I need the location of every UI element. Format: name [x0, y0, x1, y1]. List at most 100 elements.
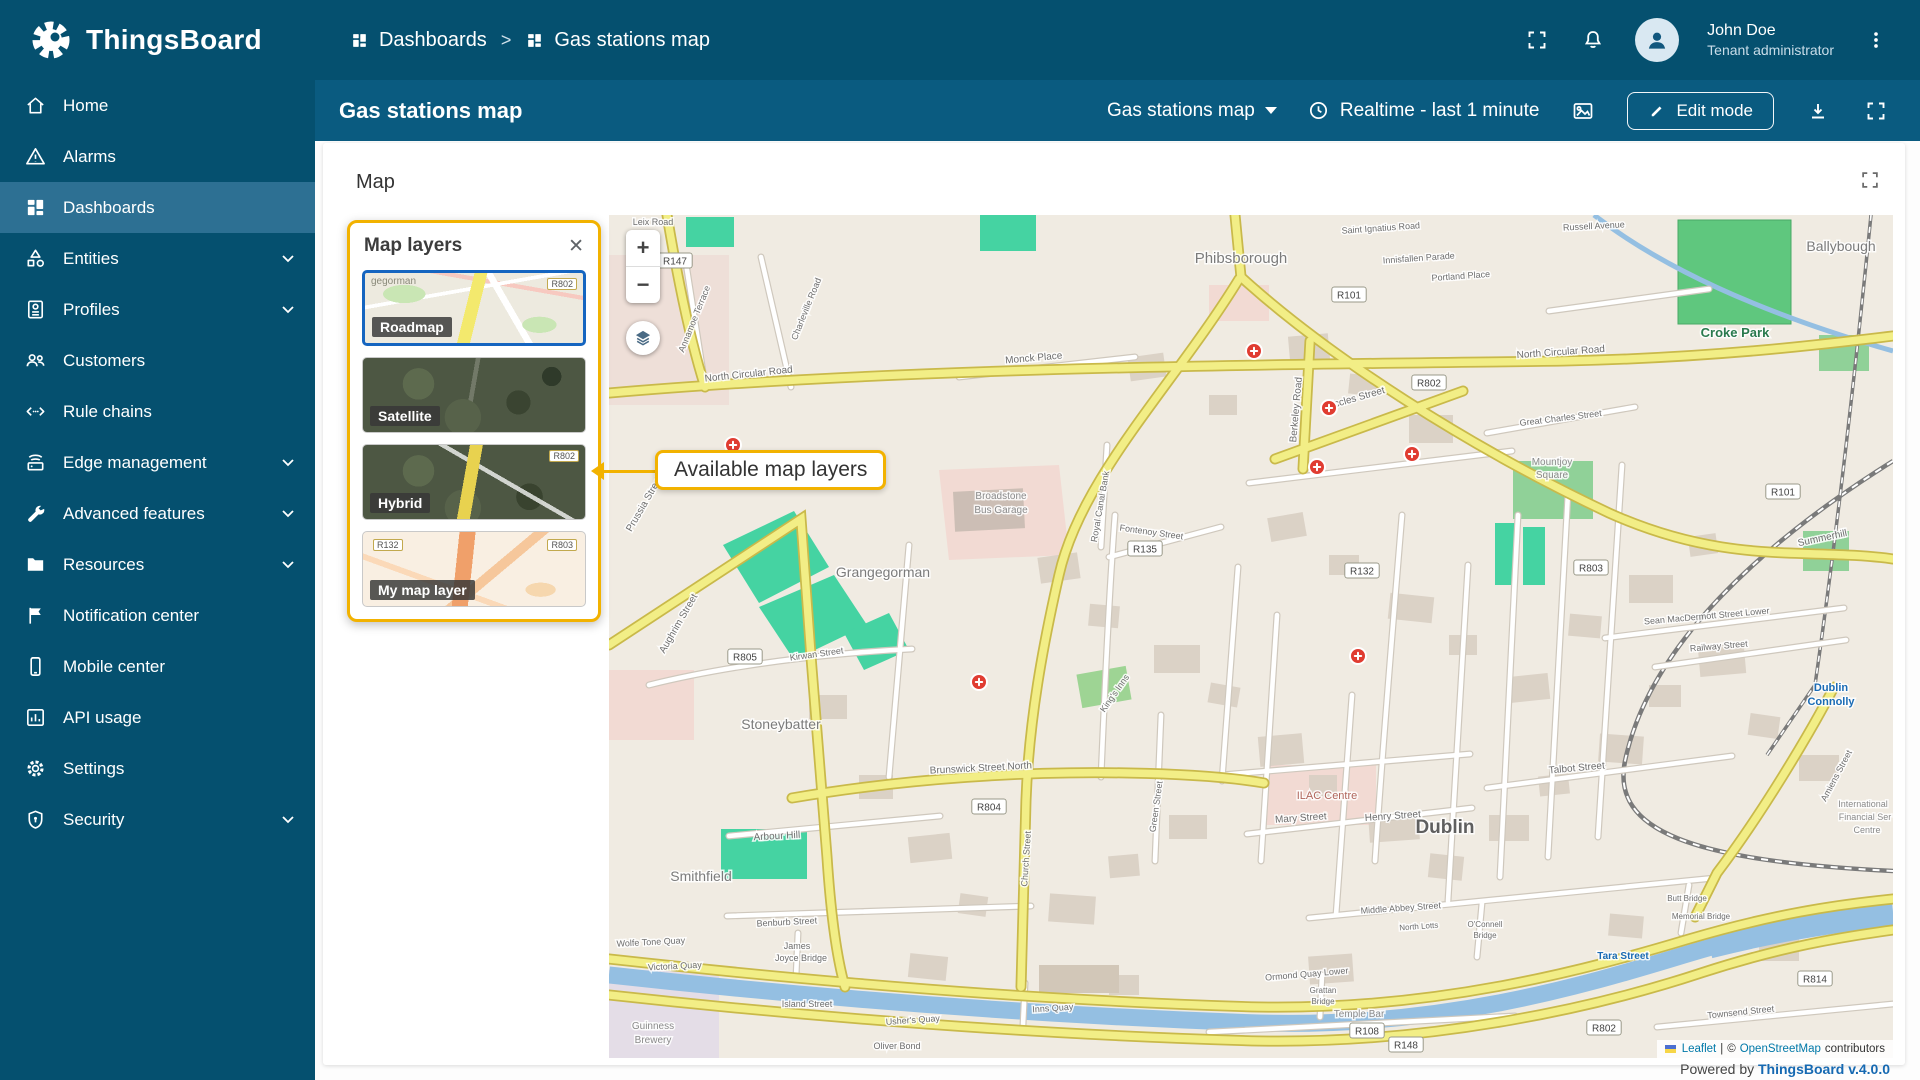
close-icon[interactable]: ✕: [568, 237, 584, 256]
thingsboard-logo-icon: [32, 21, 70, 59]
chart-icon: [27, 709, 44, 726]
sidebar-item-settings[interactable]: Settings: [0, 743, 315, 794]
map-label: Guinness: [632, 1021, 674, 1032]
thingsboard-version-link[interactable]: ThingsBoard v.4.0.0: [1758, 1061, 1890, 1077]
layer-option-roadmap[interactable]: gegorman R802 Roadmap: [362, 270, 586, 346]
attribution-divider: |: [1720, 1043, 1724, 1055]
road-shield: R147: [657, 252, 693, 269]
sidebar-item-rule-chains[interactable]: Rule chains: [0, 386, 315, 437]
dashboard-state-select[interactable]: Gas stations map: [1107, 100, 1277, 122]
gas-station-marker[interactable]: [1308, 458, 1326, 476]
gear-icon: [27, 760, 44, 777]
smartphone-icon: [30, 657, 41, 676]
sidebar-item-resources[interactable]: Resources: [0, 539, 315, 590]
home-icon: [27, 97, 44, 114]
map-label: Grattan: [1310, 986, 1337, 995]
tooltip-arrow: [591, 462, 604, 480]
notifications-button[interactable]: [1579, 26, 1607, 54]
edit-mode-button[interactable]: Edit mode: [1627, 91, 1774, 130]
toolbar-fullscreen-button[interactable]: [1862, 97, 1890, 125]
fullscreen-button[interactable]: [1523, 26, 1551, 54]
layer-option-satellite[interactable]: Satellite: [362, 357, 586, 433]
svg-text:R803: R803: [1579, 564, 1603, 575]
powered-by: Powered by ThingsBoard v.4.0.0: [1680, 1061, 1890, 1077]
chevron-down-icon: [282, 561, 294, 569]
osm-link[interactable]: OpenStreetMap: [1740, 1043, 1821, 1055]
flag-icon: [1664, 1045, 1676, 1053]
timewindow-button[interactable]: Realtime - last 1 minute: [1307, 99, 1540, 122]
warning-icon: [26, 148, 45, 165]
sidebar-item-notification-center[interactable]: Notification center: [0, 590, 315, 641]
sidebar-item-dashboards[interactable]: Dashboards: [0, 182, 315, 233]
widget-fullscreen-button[interactable]: [1859, 169, 1881, 196]
map-label: ILAC Centre: [1297, 790, 1358, 802]
sidebar-item-label: Edge management: [63, 452, 207, 472]
thumb-road-shield: R802: [547, 278, 577, 290]
gas-station-marker[interactable]: [970, 673, 988, 691]
breadcrumb-dashboards[interactable]: Dashboards: [350, 29, 487, 52]
timewindow-label: Realtime - last 1 minute: [1339, 99, 1540, 121]
bell-icon: [1585, 31, 1602, 48]
copyright-symbol: ©: [1727, 1043, 1736, 1055]
sidebar-item-advanced-features[interactable]: Advanced features: [0, 488, 315, 539]
sidebar-item-customers[interactable]: Customers: [0, 335, 315, 386]
thumb-map-text: gegorman: [371, 276, 417, 287]
sidebar-item-api-usage[interactable]: API usage: [0, 692, 315, 743]
svg-text:R101: R101: [1337, 291, 1361, 302]
download-button[interactable]: [1804, 97, 1832, 125]
chevron-down-icon: [282, 306, 294, 314]
layer-label: Hybrid: [370, 493, 431, 513]
more-menu-button[interactable]: [1862, 26, 1890, 54]
road-shield: R804: [971, 798, 1007, 815]
layer-option-my-map-layer[interactable]: R132 R803 My map layer: [362, 531, 586, 607]
map-label: Dublin: [1415, 817, 1474, 838]
map-label: Ballybough: [1806, 238, 1875, 254]
pencil-icon: [1652, 106, 1662, 116]
customers-icon: [26, 354, 45, 367]
sidebar-item-profiles[interactable]: Profiles: [0, 284, 315, 335]
gas-station-marker[interactable]: [1403, 445, 1421, 463]
zoom-out-button[interactable]: −: [626, 267, 660, 303]
breadcrumb: Dashboards > Gas stations map: [350, 29, 710, 52]
map-label: Tara Street: [1597, 951, 1649, 962]
gas-station-marker[interactable]: [1245, 342, 1263, 360]
gas-station-marker[interactable]: [1320, 399, 1338, 417]
sidebar-item-entities[interactable]: Entities: [0, 233, 315, 284]
map-attribution: Leaflet | © OpenStreetMap contributors: [1656, 1040, 1893, 1058]
map-label: Brewery: [635, 1035, 672, 1046]
map-label: Grangegorman: [836, 564, 930, 580]
map-label: Bridge: [1473, 931, 1497, 940]
fullscreen-icon: [1862, 172, 1878, 188]
sidebar-item-label: Mobile center: [63, 656, 166, 676]
breadcrumb-page-label: Gas stations map: [554, 28, 710, 51]
svg-text:R814: R814: [1803, 975, 1827, 986]
map-canvas[interactable]: Leix RoadPhibsboroughBallyboughSaint Ign…: [609, 215, 1893, 1058]
sidebar-item-label: Rule chains: [63, 401, 152, 421]
sidebar-item-label: Profiles: [63, 299, 120, 319]
sidebar-item-security[interactable]: Security: [0, 794, 315, 845]
leaflet-link[interactable]: Leaflet: [1682, 1043, 1717, 1055]
sidebar-item-alarms[interactable]: Alarms: [0, 131, 315, 182]
map-layers-button[interactable]: [626, 321, 660, 355]
layer-option-hybrid[interactable]: R802 Hybrid: [362, 444, 586, 520]
map-layers-title: Map layers: [364, 235, 463, 256]
thumb-road-shield: R802: [549, 450, 579, 462]
zoom-in-button[interactable]: +: [626, 230, 660, 266]
sidebar-item-edge-management[interactable]: Edge management: [0, 437, 315, 488]
gas-station-marker[interactable]: [1349, 647, 1367, 665]
user-avatar[interactable]: [1635, 18, 1680, 62]
image-icon: [1574, 102, 1593, 119]
image-export-button[interactable]: [1569, 97, 1597, 125]
chevron-down-icon: [282, 510, 294, 518]
logo[interactable]: ThingsBoard: [28, 17, 262, 63]
rule-chains-icon: [26, 407, 45, 416]
map-label: Dublin: [1814, 682, 1848, 694]
fullscreen-icon: [1867, 102, 1885, 119]
map-layers-panel: Map layers ✕ gegorman R802 Roadmap Satel…: [347, 220, 601, 622]
zoom-control: + −: [626, 230, 660, 303]
sidebar-item-mobile-center[interactable]: Mobile center: [0, 641, 315, 692]
breadcrumb-current[interactable]: Gas stations map: [525, 29, 710, 52]
map-label: O'Connell: [1468, 920, 1503, 929]
sidebar-item-home[interactable]: Home: [0, 80, 315, 131]
map[interactable]: Leix Road Phibsborough Ballybough Saint Ign…: [609, 215, 1893, 1058]
